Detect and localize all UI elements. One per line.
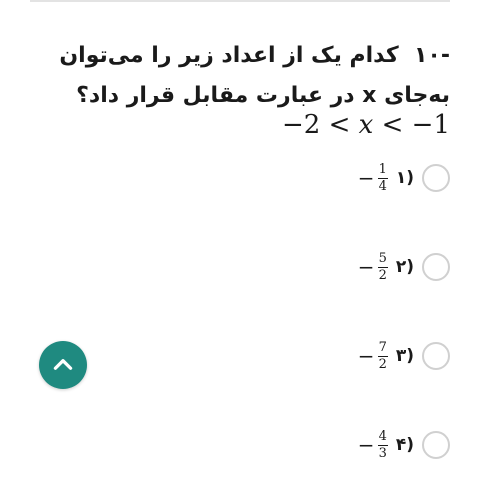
option-2-label: ۲) [395,257,414,277]
option-3-value: − 7 2 [357,339,388,372]
chevron-up-icon [53,359,73,370]
scroll-to-top-button[interactable] [39,341,87,389]
inequality-variable: x [358,110,374,140]
inequality-lt-2: < [381,110,404,140]
option-4-sign: − [357,433,375,457]
option-4-fraction: 4 3 [377,428,388,461]
option-2-denominator: 2 [378,267,387,283]
option-2-numerator: 5 [378,250,387,266]
option-1-numerator: 1 [378,161,387,177]
option-3[interactable]: ۳) − 7 2 [358,339,450,373]
option-4-radio[interactable] [422,431,450,459]
inequality-expression: −2 < x < −1 [282,110,450,140]
question-number: -۱۰ [414,43,450,68]
option-1-denominator: 4 [378,178,387,194]
option-1[interactable]: ۱) − 1 4 [358,161,450,195]
option-3-denominator: 2 [378,356,387,372]
option-3-sign: − [357,344,375,368]
option-1-radio[interactable] [422,164,450,192]
option-4-numerator: 4 [378,428,387,444]
option-2-fraction: 5 2 [377,250,388,283]
option-2-sign: − [357,255,375,279]
option-3-label: ۳) [395,346,414,366]
option-3-numerator: 7 [378,339,387,355]
option-1-label: ۱) [395,168,414,188]
option-2[interactable]: ۲) − 5 2 [358,250,450,284]
option-2-radio[interactable] [422,253,450,281]
option-2-value: − 5 2 [357,250,388,283]
option-1-value: − 1 4 [357,161,388,194]
inequality-left: −2 [282,110,321,140]
question-text: -۱۰ کدام یک از اعداد زیر را می‌توان به‌ج… [30,36,450,116]
option-4-label: ۴) [395,435,414,455]
top-divider [30,0,450,2]
inequality-right: −1 [411,110,450,140]
option-1-fraction: 1 4 [377,161,388,194]
inequality-lt-1: < [328,110,351,140]
question-line-1-text: کدام یک از اعداد زیر را می‌توان [59,43,399,68]
option-4-value: − 4 3 [357,428,388,461]
option-3-radio[interactable] [422,342,450,370]
option-3-fraction: 7 2 [377,339,388,372]
option-4[interactable]: ۴) − 4 3 [358,428,450,462]
option-1-sign: − [357,166,375,190]
question-line-1: -۱۰ کدام یک از اعداد زیر را می‌توان [30,36,450,76]
option-4-denominator: 3 [378,445,387,461]
